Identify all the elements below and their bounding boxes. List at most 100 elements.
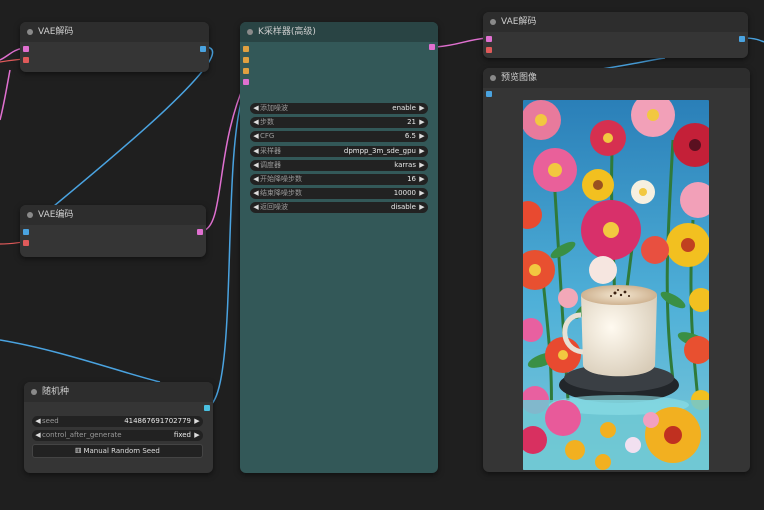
ksampler-advanced-node[interactable]: K采样器(高级) ◀ 添加噪波 enable ▶ ◀ 步数 21 ▶ ◀ CFG 6.5 ▶ ◀ 采样器 d… bbox=[240, 22, 438, 473]
ksampler-widget-3[interactable]: ◀ 采样器 dpmpp_3m_sde_gpu ▶ bbox=[250, 145, 428, 157]
control-after-generate-widget[interactable]: ◀ control_after_generate fixed ▶ bbox=[32, 430, 203, 441]
wire-image-left-edge bbox=[0, 339, 161, 383]
decrement-arrow-icon[interactable]: ◀ bbox=[34, 430, 42, 441]
node-title[interactable]: 随机种 bbox=[24, 382, 213, 402]
decrement-arrow-icon[interactable]: ◀ bbox=[252, 103, 260, 114]
increment-arrow-icon[interactable]: ▶ bbox=[418, 131, 426, 142]
node-title-text: 随机种 bbox=[42, 387, 70, 397]
node-title-text: K采样器(高级) bbox=[258, 27, 316, 37]
node-title[interactable]: VAE解码 bbox=[20, 22, 209, 42]
widget-label: control_after_generate bbox=[42, 431, 122, 439]
widget-label: 采样器 bbox=[260, 146, 281, 155]
vae-decode-node-1[interactable]: VAE解码 bbox=[20, 22, 209, 72]
decrement-arrow-icon[interactable]: ◀ bbox=[252, 131, 260, 142]
decrement-arrow-icon[interactable]: ◀ bbox=[252, 117, 260, 128]
wire-latent-ksampler-to-vaedecode2 bbox=[435, 37, 488, 48]
increment-arrow-icon[interactable]: ▶ bbox=[418, 146, 426, 157]
node-title-text: 预览图像 bbox=[501, 73, 538, 83]
widget-value[interactable]: 21 bbox=[407, 117, 416, 128]
input-socket-latent-image[interactable] bbox=[243, 79, 249, 85]
input-socket-vae[interactable] bbox=[23, 240, 29, 246]
widget-value[interactable]: 6.5 bbox=[405, 131, 416, 142]
input-socket-model[interactable] bbox=[243, 46, 249, 52]
ksampler-widget-6[interactable]: ◀ 结束降噪步数 10000 ▶ bbox=[250, 188, 428, 200]
widget-value[interactable]: enable bbox=[392, 103, 416, 114]
increment-arrow-icon[interactable]: ▶ bbox=[193, 416, 201, 427]
ksampler-widget-4[interactable]: ◀ 调度器 karras ▶ bbox=[250, 159, 428, 171]
decrement-arrow-icon[interactable]: ◀ bbox=[252, 202, 260, 213]
widget-value[interactable]: fixed bbox=[174, 430, 191, 441]
node-title[interactable]: VAE解码 bbox=[483, 12, 748, 32]
collapse-dot-icon[interactable] bbox=[490, 19, 496, 25]
ksampler-widget-2[interactable]: ◀ CFG 6.5 ▶ bbox=[250, 131, 428, 143]
preview-image[interactable] bbox=[523, 100, 709, 470]
widget-label: seed bbox=[42, 417, 59, 425]
collapse-dot-icon[interactable] bbox=[31, 389, 37, 395]
increment-arrow-icon[interactable]: ▶ bbox=[418, 117, 426, 128]
ksampler-widget-0[interactable]: ◀ 添加噪波 enable ▶ bbox=[250, 103, 428, 114]
collapse-dot-icon[interactable] bbox=[247, 29, 253, 35]
input-socket-vae[interactable] bbox=[486, 47, 492, 53]
output-socket-image[interactable] bbox=[200, 46, 206, 52]
input-socket-samples[interactable] bbox=[23, 46, 29, 52]
input-socket-pixels[interactable] bbox=[23, 229, 29, 235]
widget-label: 开始降噪步数 bbox=[260, 175, 302, 183]
increment-arrow-icon[interactable]: ▶ bbox=[418, 174, 426, 185]
node-title-text: VAE解码 bbox=[38, 27, 74, 37]
increment-arrow-icon[interactable]: ▶ bbox=[193, 430, 201, 441]
collapse-dot-icon[interactable] bbox=[490, 75, 496, 81]
ksampler-widget-5[interactable]: ◀ 开始降噪步数 16 ▶ bbox=[250, 174, 428, 185]
increment-arrow-icon[interactable]: ▶ bbox=[418, 202, 426, 213]
widget-value[interactable]: 414867691702779 bbox=[124, 416, 191, 427]
wire-latent-vaeencode-to-ksampler bbox=[201, 82, 246, 232]
widget-value[interactable]: 16 bbox=[407, 174, 416, 185]
node-title[interactable]: K采样器(高级) bbox=[240, 22, 438, 42]
node-title-text: VAE编码 bbox=[38, 210, 74, 220]
widget-value[interactable]: karras bbox=[394, 160, 416, 171]
node-title[interactable]: VAE编码 bbox=[20, 205, 206, 225]
input-socket-positive[interactable] bbox=[243, 57, 249, 63]
vae-encode-node[interactable]: VAE编码 bbox=[20, 205, 206, 257]
widget-label: 结束降噪步数 bbox=[260, 189, 302, 198]
widget-label: 步数 bbox=[260, 118, 274, 127]
node-title[interactable]: 预览图像 bbox=[483, 68, 750, 88]
button-label: Manual Random Seed bbox=[83, 447, 160, 455]
increment-arrow-icon[interactable]: ▶ bbox=[418, 188, 426, 199]
preview-image-node[interactable]: 预览图像 bbox=[483, 68, 750, 472]
manual-random-seed-button[interactable]: ⚅ Manual Random Seed bbox=[32, 444, 203, 458]
ksampler-widget-1[interactable]: ◀ 步数 21 ▶ bbox=[250, 117, 428, 129]
widget-value[interactable]: dpmpp_3m_sde_gpu bbox=[344, 146, 416, 157]
node-title-text: VAE解码 bbox=[501, 17, 537, 27]
widget-value[interactable]: 10000 bbox=[394, 188, 416, 199]
widget-label: 添加噪波 bbox=[260, 104, 288, 112]
input-socket-vae[interactable] bbox=[23, 57, 29, 63]
increment-arrow-icon[interactable]: ▶ bbox=[418, 160, 426, 171]
increment-arrow-icon[interactable]: ▶ bbox=[418, 103, 426, 114]
input-socket-images[interactable] bbox=[486, 91, 492, 97]
decrement-arrow-icon[interactable]: ◀ bbox=[252, 174, 260, 185]
input-socket-negative[interactable] bbox=[243, 68, 249, 74]
seed-node[interactable]: 随机种 ◀ seed 414867691702779 ▶ ◀ control_a… bbox=[24, 382, 213, 473]
decrement-arrow-icon[interactable]: ◀ bbox=[34, 416, 42, 427]
widget-label: CFG bbox=[260, 132, 275, 141]
seed-widget[interactable]: ◀ seed 414867691702779 ▶ bbox=[32, 416, 203, 427]
collapse-dot-icon[interactable] bbox=[27, 29, 33, 35]
output-socket-latent[interactable] bbox=[429, 44, 435, 50]
input-socket-samples[interactable] bbox=[486, 36, 492, 42]
coffee-flowers-image bbox=[523, 100, 709, 470]
wire-latent-left-edge bbox=[0, 69, 11, 121]
collapse-dot-icon[interactable] bbox=[27, 212, 33, 218]
vae-decode-node-2[interactable]: VAE解码 bbox=[483, 12, 748, 58]
decrement-arrow-icon[interactable]: ◀ bbox=[252, 146, 260, 157]
output-socket-latent[interactable] bbox=[197, 229, 203, 235]
decrement-arrow-icon[interactable]: ◀ bbox=[252, 160, 260, 171]
output-socket-seed[interactable] bbox=[204, 405, 210, 411]
wire-image-vaedecode1-to-vaeencode bbox=[23, 46, 214, 232]
node-graph-canvas[interactable]: VAE解码 VAE编码 随机种 ◀ seed 414867691702779 ▶… bbox=[0, 0, 764, 510]
output-socket-image[interactable] bbox=[739, 36, 745, 42]
decrement-arrow-icon[interactable]: ◀ bbox=[252, 188, 260, 199]
widget-label: 调度器 bbox=[260, 160, 281, 169]
ksampler-widget-7[interactable]: ◀ 返回噪波 disable ▶ bbox=[250, 202, 428, 214]
widget-value[interactable]: disable bbox=[391, 202, 416, 213]
widget-label: 返回噪波 bbox=[260, 203, 288, 212]
